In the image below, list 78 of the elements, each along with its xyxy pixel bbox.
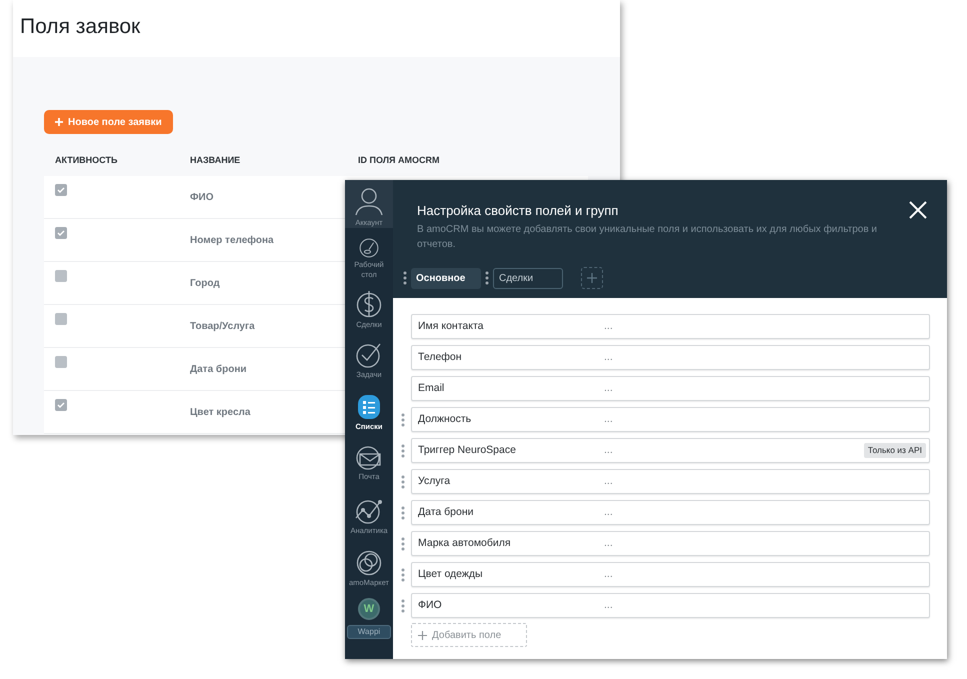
drag-handle-icon[interactable] bbox=[401, 568, 405, 582]
field-name: Триггер NeuroSpace bbox=[418, 442, 517, 458]
field-name: Должность bbox=[418, 412, 472, 427]
circles-icon bbox=[356, 550, 382, 576]
table-cell-text: ФИО bbox=[190, 190, 214, 204]
field-value: ... bbox=[604, 380, 614, 396]
checkmark-icon bbox=[356, 342, 382, 368]
add-tab-button[interactable] bbox=[581, 267, 603, 289]
field-name: Имя контакта bbox=[418, 318, 484, 334]
drag-handle-icon[interactable] bbox=[403, 271, 407, 285]
active-checkbox[interactable] bbox=[55, 313, 67, 325]
page-title: Поля заявок bbox=[20, 14, 142, 40]
plus-icon bbox=[587, 273, 597, 283]
active-checkbox[interactable] bbox=[55, 227, 67, 239]
check-icon bbox=[57, 230, 65, 236]
column-header: НАЗВАНИЕ bbox=[189, 154, 242, 168]
field-value: ... bbox=[604, 442, 614, 458]
list-icon bbox=[357, 394, 381, 420]
group-tab[interactable]: Основное bbox=[411, 268, 481, 288]
field-row[interactable]: Email ... bbox=[411, 376, 930, 401]
plus-icon bbox=[418, 630, 427, 640]
field-name: Услуга bbox=[418, 474, 452, 489]
active-checkbox[interactable] bbox=[55, 399, 67, 411]
drag-handle-icon[interactable] bbox=[401, 536, 405, 550]
close-icon bbox=[909, 201, 927, 219]
column-header: ID ПОЛЯ AMOCRM bbox=[357, 154, 440, 168]
field-row[interactable]: Марка автомобиля ... bbox=[411, 531, 930, 556]
field-name: Марка автомобиля bbox=[418, 536, 512, 551]
field-value: ... bbox=[604, 350, 614, 365]
field-name: ФИО bbox=[418, 598, 443, 613]
field-row[interactable]: Имя контакта ... bbox=[411, 314, 930, 339]
drag-handle-icon[interactable] bbox=[401, 444, 405, 458]
api-only-badge: Только из API bbox=[864, 443, 926, 458]
field-name: Email bbox=[418, 380, 446, 396]
field-value: ... bbox=[604, 318, 614, 334]
dollar-icon bbox=[356, 290, 382, 318]
table-cell-text: Город bbox=[190, 276, 220, 290]
field-row[interactable]: Должность ... bbox=[411, 407, 930, 432]
table-cell-text: Номер телефона bbox=[190, 234, 274, 248]
close-button[interactable] bbox=[907, 199, 929, 221]
field-value: ... bbox=[604, 566, 614, 582]
table-cell-text: Цвет кресла bbox=[190, 406, 250, 420]
field-name: Дата брони bbox=[418, 504, 475, 520]
field-value: ... bbox=[604, 474, 614, 489]
field-row[interactable]: ФИО ... bbox=[411, 593, 930, 618]
active-checkbox[interactable] bbox=[55, 184, 67, 196]
widget-logo-icon: W bbox=[358, 598, 380, 620]
modal-title: Настройка свойств полей и групп bbox=[417, 202, 618, 220]
drag-handle-icon[interactable] bbox=[401, 598, 405, 612]
drag-handle-icon[interactable] bbox=[485, 271, 489, 285]
table-cell-text: Товар/Услуга bbox=[190, 320, 255, 334]
field-name: Цвет одежды bbox=[418, 566, 484, 582]
field-row[interactable]: Цвет одежды ... bbox=[411, 562, 930, 587]
user-icon bbox=[354, 186, 384, 216]
field-name: Телефон bbox=[418, 350, 463, 365]
field-row[interactable]: Телефон ... bbox=[411, 345, 930, 370]
check-icon bbox=[57, 187, 65, 193]
modal-description: В amoCRM вы можете добавлять свои уникальные поля и использовать их для любых фильтров и отчетов. bbox=[417, 223, 878, 252]
column-header: АКТИВНОСТЬ bbox=[54, 154, 118, 168]
drag-handle-icon[interactable] bbox=[401, 506, 405, 520]
active-checkbox[interactable] bbox=[55, 270, 67, 282]
table-cell-text: Дата брони bbox=[190, 362, 247, 376]
group-tab[interactable]: Сделки bbox=[493, 268, 563, 288]
field-row[interactable]: Дата брони ... bbox=[411, 500, 930, 525]
plus-icon bbox=[55, 118, 63, 126]
field-row[interactable]: Услуга ... bbox=[411, 469, 930, 494]
drag-handle-icon[interactable] bbox=[401, 412, 405, 426]
check-icon bbox=[57, 402, 65, 408]
field-value: ... bbox=[604, 598, 614, 613]
active-checkbox[interactable] bbox=[55, 356, 67, 368]
field-value: ... bbox=[604, 504, 614, 520]
field-value: ... bbox=[604, 412, 614, 427]
drag-handle-icon[interactable] bbox=[401, 474, 405, 488]
sidebar-item[interactable]: W Wappi bbox=[345, 592, 393, 654]
envelope-icon bbox=[356, 446, 382, 470]
chart-line-icon bbox=[354, 498, 384, 524]
field-value: ... bbox=[604, 536, 614, 551]
field-row[interactable]: Триггер NeuroSpace ... Только из API bbox=[411, 438, 930, 463]
